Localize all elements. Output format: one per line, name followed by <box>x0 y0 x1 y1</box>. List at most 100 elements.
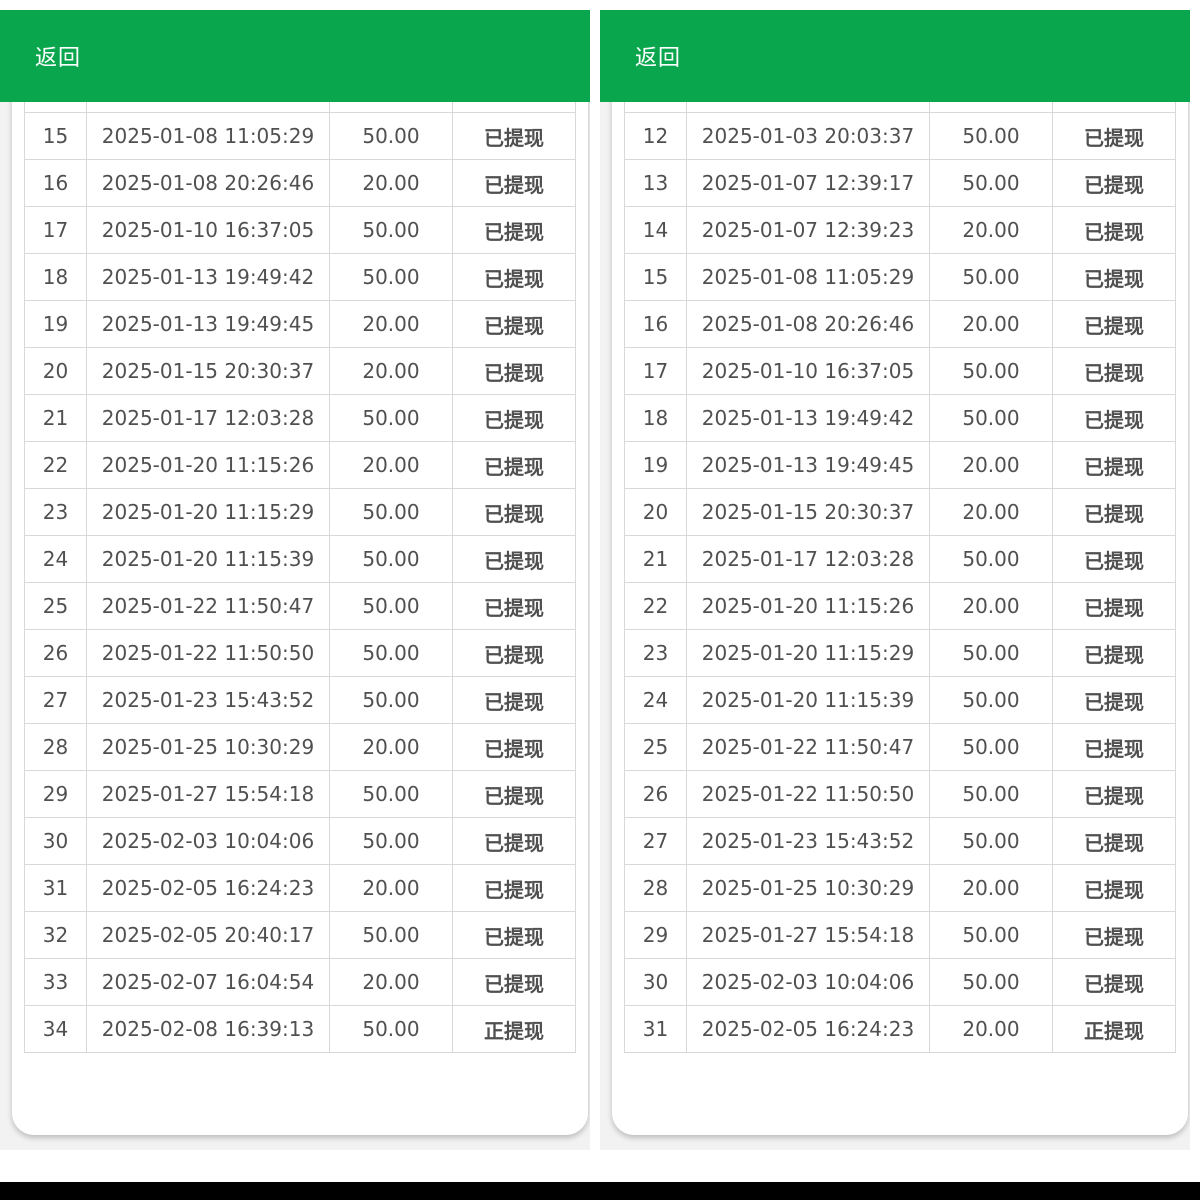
table-row: 29 2025-01-27 15:54:18 50.00 已提现 <box>624 911 1176 959</box>
row-amount: 50.00 <box>929 112 1053 160</box>
row-amount: 50.00 <box>329 206 453 254</box>
table-row: 22 2025-01-20 11:15:26 20.00 已提现 <box>24 441 576 489</box>
records-table-body: 112025-01-01 12:02:4520.00已提现122025-01-0… <box>624 65 1176 1053</box>
row-status: 已提现 <box>452 488 576 536</box>
row-status: 已提现 <box>452 582 576 630</box>
row-index: 25 <box>624 723 687 771</box>
withdrawal-records-table: 112025-01-01 12:02:4520.00已提现122025-01-0… <box>624 65 1176 1053</box>
table-row: 24 2025-01-20 11:15:39 50.00 已提现 <box>624 676 1176 724</box>
row-timestamp: 2025-02-03 10:04:06 <box>86 817 330 865</box>
row-timestamp: 2025-01-08 11:05:29 <box>686 253 930 301</box>
row-index: 26 <box>624 770 687 818</box>
row-amount: 50.00 <box>329 253 453 301</box>
row-amount: 50.00 <box>929 911 1053 959</box>
row-status: 已提现 <box>1052 159 1176 207</box>
row-timestamp: 2025-01-27 15:54:18 <box>686 911 930 959</box>
row-index: 27 <box>624 817 687 865</box>
row-timestamp: 2025-01-15 20:30:37 <box>86 347 330 395</box>
table-row: 28 2025-01-25 10:30:29 20.00 已提现 <box>624 864 1176 912</box>
table-row: 30 2025-02-03 10:04:06 50.00 已提现 <box>624 958 1176 1006</box>
row-timestamp: 2025-01-13 19:49:45 <box>86 300 330 348</box>
back-button[interactable]: 返回 <box>635 40 681 72</box>
row-index: 16 <box>24 159 87 207</box>
row-amount: 50.00 <box>329 394 453 442</box>
row-amount: 50.00 <box>929 159 1053 207</box>
row-status: 已提现 <box>452 958 576 1006</box>
back-button[interactable]: 返回 <box>35 40 81 72</box>
row-timestamp: 2025-02-05 16:24:23 <box>86 864 330 912</box>
row-timestamp: 2025-01-13 19:49:42 <box>86 253 330 301</box>
row-amount: 50.00 <box>329 770 453 818</box>
table-row: 32 2025-02-05 20:40:17 50.00 已提现 <box>24 911 576 959</box>
row-index: 32 <box>24 911 87 959</box>
row-index: 18 <box>624 394 687 442</box>
row-index: 25 <box>24 582 87 630</box>
row-status: 已提现 <box>452 253 576 301</box>
bottom-black-bar <box>0 1182 1200 1200</box>
row-status: 已提现 <box>452 817 576 865</box>
table-row: 16 2025-01-08 20:26:46 20.00 已提现 <box>624 300 1176 348</box>
top-header-bar: 返回 <box>600 10 1190 102</box>
row-index: 19 <box>24 300 87 348</box>
row-timestamp: 2025-01-17 12:03:28 <box>686 535 930 583</box>
row-timestamp: 2025-01-08 20:26:46 <box>686 300 930 348</box>
row-amount: 20.00 <box>329 300 453 348</box>
records-table-body: 142025-01-07 12:39:2320.00已提现152025-01-0… <box>24 65 576 1053</box>
row-timestamp: 2025-02-07 16:04:54 <box>86 958 330 1006</box>
row-status: 已提现 <box>1052 535 1176 583</box>
row-timestamp: 2025-01-07 12:39:23 <box>686 206 930 254</box>
row-amount: 50.00 <box>929 629 1053 677</box>
row-timestamp: 2025-01-27 15:54:18 <box>86 770 330 818</box>
row-amount: 50.00 <box>929 394 1053 442</box>
row-status: 已提现 <box>452 300 576 348</box>
row-index: 30 <box>624 958 687 1006</box>
table-row: 12 2025-01-03 20:03:37 50.00 已提现 <box>624 112 1176 160</box>
row-index: 15 <box>24 112 87 160</box>
row-amount: 50.00 <box>329 1005 453 1053</box>
row-amount: 50.00 <box>329 911 453 959</box>
row-status: 已提现 <box>452 441 576 489</box>
row-index: 22 <box>624 582 687 630</box>
row-status: 已提现 <box>1052 958 1176 1006</box>
row-index: 16 <box>624 300 687 348</box>
row-timestamp: 2025-02-03 10:04:06 <box>686 958 930 1006</box>
row-status: 已提现 <box>452 629 576 677</box>
row-status: 已提现 <box>1052 394 1176 442</box>
row-status: 已提现 <box>452 206 576 254</box>
row-index: 21 <box>624 535 687 583</box>
row-status: 正提现 <box>452 1005 576 1053</box>
table-row: 31 2025-02-05 16:24:23 20.00 已提现 <box>24 864 576 912</box>
top-header-bar: 返回 <box>0 10 590 102</box>
row-status: 已提现 <box>1052 206 1176 254</box>
row-index: 20 <box>624 488 687 536</box>
table-row: 27 2025-01-23 15:43:52 50.00 已提现 <box>24 676 576 724</box>
withdrawal-records-table: 142025-01-07 12:39:2320.00已提现152025-01-0… <box>24 65 576 1053</box>
table-row: 26 2025-01-22 11:50:50 50.00 已提现 <box>24 629 576 677</box>
row-index: 22 <box>24 441 87 489</box>
row-timestamp: 2025-02-08 16:39:13 <box>86 1005 330 1053</box>
table-row: 21 2025-01-17 12:03:28 50.00 已提现 <box>24 394 576 442</box>
row-index: 27 <box>24 676 87 724</box>
row-amount: 20.00 <box>929 300 1053 348</box>
row-timestamp: 2025-01-23 15:43:52 <box>686 817 930 865</box>
row-status: 已提现 <box>1052 582 1176 630</box>
row-index: 31 <box>24 864 87 912</box>
row-timestamp: 2025-01-22 11:50:50 <box>686 770 930 818</box>
row-amount: 20.00 <box>329 958 453 1006</box>
row-timestamp: 2025-01-20 11:15:39 <box>686 676 930 724</box>
row-timestamp: 2025-01-03 20:03:37 <box>686 112 930 160</box>
row-index: 15 <box>624 253 687 301</box>
row-amount: 20.00 <box>329 864 453 912</box>
row-index: 33 <box>24 958 87 1006</box>
row-timestamp: 2025-01-22 11:50:47 <box>86 582 330 630</box>
row-index: 28 <box>624 864 687 912</box>
row-status: 已提现 <box>1052 300 1176 348</box>
right-screenshot-panel: 返回 112025-01-01 12:02:4520.00已提现122025-0… <box>600 10 1190 1150</box>
table-row: 21 2025-01-17 12:03:28 50.00 已提现 <box>624 535 1176 583</box>
table-row: 20 2025-01-15 20:30:37 20.00 已提现 <box>624 488 1176 536</box>
row-index: 24 <box>624 676 687 724</box>
left-screenshot-panel: 返回 142025-01-07 12:39:2320.00已提现152025-0… <box>0 10 590 1150</box>
row-index: 29 <box>24 770 87 818</box>
row-index: 12 <box>624 112 687 160</box>
row-timestamp: 2025-01-08 20:26:46 <box>86 159 330 207</box>
